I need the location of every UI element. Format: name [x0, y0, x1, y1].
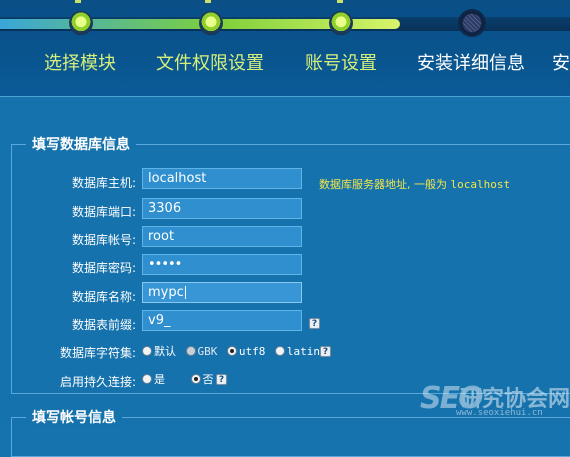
charset-option-default[interactable]: 默认	[142, 345, 176, 358]
db-user-label: 数据库帐号:	[71, 233, 136, 247]
watermark-url: www.seoxiehui.cn	[456, 408, 543, 418]
charset-option-utf8[interactable]: utf8	[226, 345, 265, 358]
step-prev-edge: 刂	[0, 49, 2, 75]
db-user-input[interactable]: root	[142, 226, 302, 247]
install-steps-header: 刂 选择模块 文件权限设置 账号设置 安装详细信息 安	[0, 0, 570, 97]
step-label-file-permissions: 文件权限设置	[156, 53, 264, 74]
charset-option-latin1[interactable]: latin1	[274, 345, 327, 358]
step-dot-account-settings	[329, 11, 353, 35]
db-host-input[interactable]: localhost	[142, 168, 302, 189]
table-prefix-input[interactable]: v9_	[142, 310, 302, 331]
persistent-option-yes[interactable]: 是	[142, 373, 165, 386]
text-caret	[184, 286, 186, 299]
charset-radio-group: 默认 GBK utf8 latin1	[142, 343, 333, 359]
step-dot-select-module	[69, 11, 93, 35]
db-password-label: 数据库密码:	[71, 261, 136, 275]
charset-help-icon[interactable]: ?	[320, 346, 331, 357]
db-host-hint: 数据库服务器地址, 一般为 localhost	[319, 178, 511, 191]
radio-icon[interactable]	[142, 374, 152, 384]
radio-checked-icon[interactable]	[226, 346, 237, 356]
db-password-input[interactable]: •••••	[142, 254, 302, 275]
radio-checked-icon[interactable]	[190, 374, 201, 384]
persistent-radio-group: 是 否	[142, 371, 220, 387]
site-watermark: SEO 研究协会网 www.seoxiehui.cn	[420, 379, 570, 425]
db-port-label: 数据库端口:	[71, 205, 136, 219]
table-prefix-label: 数据表前缀:	[71, 318, 136, 332]
step-label-account-settings: 账号设置	[305, 53, 377, 74]
step-dot-file-permissions	[199, 11, 223, 35]
step-marker	[337, 0, 343, 3]
radio-icon[interactable]	[142, 346, 152, 356]
radio-icon[interactable]	[274, 346, 285, 356]
step-label-next: 安	[552, 53, 570, 74]
db-host-label: 数据库主机:	[71, 176, 136, 190]
db-name-label: 数据库名称:	[71, 290, 136, 304]
persistent-option-no[interactable]: 否	[190, 373, 214, 386]
radio-icon[interactable]	[185, 346, 196, 356]
charset-option-gbk[interactable]: GBK	[185, 345, 217, 358]
table-prefix-help-icon[interactable]: ?	[309, 318, 320, 329]
db-name-input[interactable]: mypc	[142, 282, 302, 303]
db-section-title: 填写数据库信息	[26, 134, 136, 154]
step-marker	[205, 0, 211, 3]
charset-label: 数据库字符集:	[59, 346, 136, 360]
persistent-help-icon[interactable]: ?	[216, 374, 227, 385]
step-label-install-details: 安装详细信息	[417, 53, 525, 74]
step-label-select-module: 选择模块	[44, 53, 116, 74]
persistent-label: 启用持久连接:	[59, 375, 136, 389]
db-port-input[interactable]: 3306	[142, 198, 302, 219]
step-dot-install-details	[460, 11, 484, 35]
account-section-title: 填写帐号信息	[26, 407, 122, 427]
step-marker	[75, 0, 81, 3]
